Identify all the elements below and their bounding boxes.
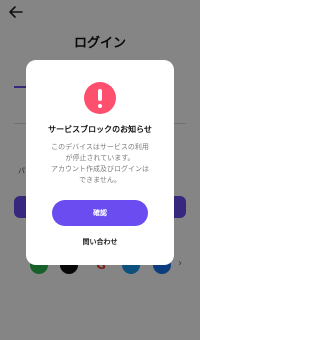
dialog-message-line: アカウント作成及びログインは: [51, 165, 149, 173]
service-block-dialog: サービスブロックのお知らせ このデバイスはサービスの利用 が停止されています。 …: [26, 60, 174, 265]
exclamation-icon: [84, 82, 116, 114]
dialog-title: サービスブロックのお知らせ: [48, 125, 152, 134]
dialog-message-line: このデバイスはサービスの利用: [51, 143, 149, 151]
contact-link[interactable]: 問い合わせ: [26, 237, 174, 247]
dialog-message-line: できません。: [79, 176, 121, 184]
dialog-message: このデバイスはサービスの利用 が停止されています。 アカウント作成及びログインは…: [34, 142, 166, 186]
confirm-button[interactable]: 確認: [52, 200, 148, 226]
dialog-message-line: が停止されています。: [65, 154, 135, 162]
